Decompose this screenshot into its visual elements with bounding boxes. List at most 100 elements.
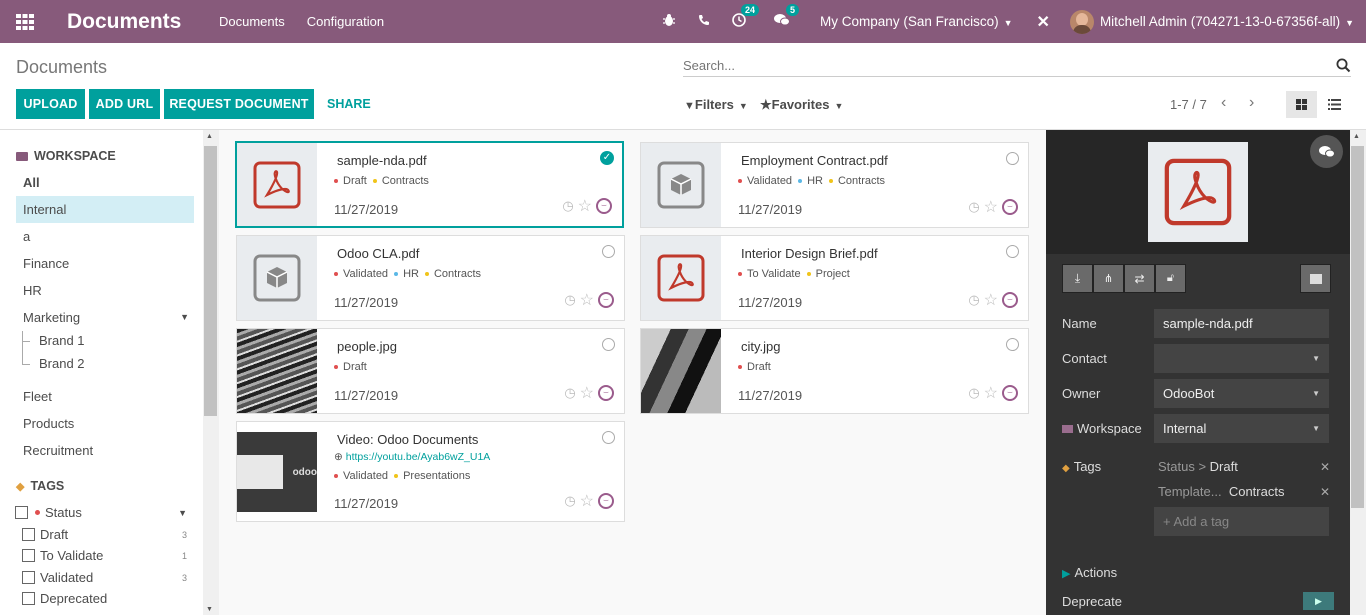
- remove-tag-icon[interactable]: ✕: [1320, 485, 1330, 499]
- add-url-button[interactable]: ADD URL: [89, 89, 160, 119]
- search-icon[interactable]: [1336, 58, 1351, 76]
- chatter-toggle-icon[interactable]: [1310, 135, 1343, 168]
- sidebar-item-hr[interactable]: HR: [16, 277, 194, 304]
- star-icon[interactable]: ☆: [580, 290, 594, 310]
- apps-menu-icon[interactable]: [0, 0, 50, 43]
- owner-select[interactable]: OdooBot ▼: [1154, 379, 1329, 408]
- owner-avatar-icon[interactable]: ⌣: [596, 198, 612, 214]
- caret-down-icon[interactable]: ▼: [178, 508, 187, 518]
- sidebar-scrollbar-thumb[interactable]: [204, 146, 217, 416]
- sidebar-item-finance[interactable]: Finance: [16, 250, 194, 277]
- actions-toggle[interactable]: ▶ Actions: [1062, 565, 1117, 580]
- phone-icon[interactable]: [698, 14, 710, 29]
- scroll-up-arrow-icon[interactable]: ▲: [206, 133, 213, 140]
- select-radio[interactable]: [602, 245, 615, 258]
- sidebar-item-fleet[interactable]: Fleet: [16, 383, 194, 410]
- preview-thumbnail[interactable]: [1148, 142, 1248, 242]
- video-url[interactable]: ⊕ https://youtu.be/Ayab6wZ_U1A: [334, 451, 490, 463]
- owner-avatar-icon[interactable]: ⌣: [1002, 199, 1018, 215]
- pager-previous-icon[interactable]: ‹: [1221, 94, 1226, 112]
- bug-icon[interactable]: [662, 13, 676, 30]
- select-radio[interactable]: [1006, 245, 1019, 258]
- replace-file-button[interactable]: ⇄: [1124, 264, 1155, 293]
- pager-next-icon[interactable]: ›: [1249, 94, 1254, 112]
- select-radio[interactable]: [1006, 152, 1019, 165]
- activity-clock-icon[interactable]: ◷: [564, 385, 575, 401]
- star-icon[interactable]: ☆: [580, 383, 594, 403]
- tag-item-validated[interactable]: Validated 3: [22, 570, 190, 585]
- checkbox[interactable]: [22, 549, 35, 562]
- checkbox[interactable]: [22, 592, 35, 605]
- owner-avatar-icon[interactable]: ⌣: [1002, 385, 1018, 401]
- sidebar-item-products[interactable]: Products: [16, 410, 194, 437]
- owner-avatar-icon[interactable]: ⌣: [598, 292, 614, 308]
- document-card[interactable]: sample-nda.pdf Draft Contracts 11/27/201…: [235, 141, 624, 228]
- selected-check-icon[interactable]: ✓: [600, 151, 614, 165]
- lock-button[interactable]: 🔓︎: [1155, 264, 1186, 293]
- upload-button[interactable]: UPLOAD: [16, 89, 85, 119]
- list-view-icon[interactable]: [1322, 91, 1346, 118]
- name-field[interactable]: sample-nda.pdf: [1154, 309, 1329, 338]
- download-button[interactable]: ⤓: [1062, 264, 1093, 293]
- scroll-up-arrow-icon[interactable]: ▲: [1353, 133, 1360, 140]
- workspace-select[interactable]: Internal ▼: [1154, 414, 1329, 443]
- document-card[interactable]: city.jpg Draft 11/27/2019 ◷ ☆ ⌣: [640, 328, 1029, 414]
- tag-item-draft[interactable]: Draft 3: [22, 527, 190, 542]
- favorites-dropdown[interactable]: ★Favorites ▼: [760, 97, 843, 113]
- document-card[interactable]: Interior Design Brief.pdf To Validate Pr…: [640, 235, 1029, 321]
- select-radio[interactable]: [602, 338, 615, 351]
- company-switcher[interactable]: My Company (San Francisco) ▼: [820, 14, 1012, 29]
- tag-item-deprecated[interactable]: Deprecated: [22, 591, 190, 606]
- user-menu[interactable]: Mitchell Admin (704271-13-0-67356f-all) ▼: [1100, 14, 1354, 29]
- star-icon[interactable]: ☆: [580, 491, 594, 511]
- chat-icon[interactable]: 5: [774, 4, 800, 30]
- sidebar-item-brand-1[interactable]: Brand 1: [32, 329, 192, 353]
- scroll-down-arrow-icon[interactable]: ▼: [206, 606, 213, 613]
- share-link-button[interactable]: ⋔: [1093, 264, 1124, 293]
- share-button[interactable]: SHARE: [327, 97, 371, 111]
- checkbox[interactable]: [22, 528, 35, 541]
- activity-clock-icon[interactable]: ◷: [968, 199, 979, 215]
- close-x-icon[interactable]: ✕: [1037, 12, 1050, 32]
- add-tag-input[interactable]: + Add a tag: [1154, 507, 1329, 536]
- tag-group-status[interactable]: Status ▼: [15, 505, 190, 520]
- document-card[interactable]: Employment Contract.pdf Validated HR Con…: [640, 142, 1029, 228]
- sidebar-item-recruitment[interactable]: Recruitment: [16, 437, 194, 464]
- activity-clock-icon[interactable]: ◷: [564, 493, 575, 509]
- activity-clock-icon[interactable]: ◷: [564, 292, 575, 308]
- menu-configuration[interactable]: Configuration: [307, 14, 384, 29]
- status-checkbox[interactable]: [15, 506, 28, 519]
- deprecate-run-button[interactable]: ▶: [1303, 592, 1334, 610]
- activity-clock-icon[interactable]: ◷: [562, 198, 573, 214]
- sidebar-item-a[interactable]: a: [16, 223, 194, 250]
- activity-clock-icon[interactable]: 24: [732, 4, 760, 30]
- caret-down-icon[interactable]: ▼: [180, 304, 189, 331]
- search-input[interactable]: [683, 55, 1323, 75]
- sidebar-item-marketing[interactable]: Marketing ▼: [16, 304, 194, 331]
- owner-avatar-icon[interactable]: ⌣: [1002, 292, 1018, 308]
- contact-select[interactable]: ▼: [1154, 344, 1329, 373]
- activity-clock-icon[interactable]: ◷: [968, 292, 979, 308]
- star-icon[interactable]: ☆: [984, 290, 998, 310]
- select-radio[interactable]: [602, 431, 615, 444]
- tag-item-to-validate[interactable]: To Validate 1: [22, 548, 190, 563]
- archive-button[interactable]: [1300, 264, 1331, 293]
- menu-documents[interactable]: Documents: [219, 14, 285, 29]
- request-document-button[interactable]: REQUEST DOCUMENT: [164, 89, 314, 119]
- owner-avatar-icon[interactable]: ⌣: [598, 493, 614, 509]
- remove-tag-icon[interactable]: ✕: [1320, 460, 1330, 474]
- checkbox[interactable]: [22, 571, 35, 584]
- star-icon[interactable]: ☆: [578, 196, 592, 216]
- sidebar-item-all[interactable]: All: [16, 169, 194, 196]
- sidebar-item-brand-2[interactable]: Brand 2: [32, 352, 192, 376]
- sidebar-item-internal[interactable]: Internal: [16, 196, 194, 223]
- owner-avatar-icon[interactable]: ⌣: [598, 385, 614, 401]
- star-icon[interactable]: ☆: [984, 383, 998, 403]
- document-card[interactable]: odoo Video: Odoo Documents ⊕ https://you…: [236, 421, 625, 522]
- pager-value[interactable]: 1-7 / 7: [1170, 97, 1207, 112]
- document-card[interactable]: Odoo CLA.pdf Validated HR Contracts 11/2…: [236, 235, 625, 321]
- activity-clock-icon[interactable]: ◷: [968, 385, 979, 401]
- star-icon[interactable]: ☆: [984, 197, 998, 217]
- select-radio[interactable]: [1006, 338, 1019, 351]
- inspector-scrollbar-thumb[interactable]: [1351, 146, 1364, 508]
